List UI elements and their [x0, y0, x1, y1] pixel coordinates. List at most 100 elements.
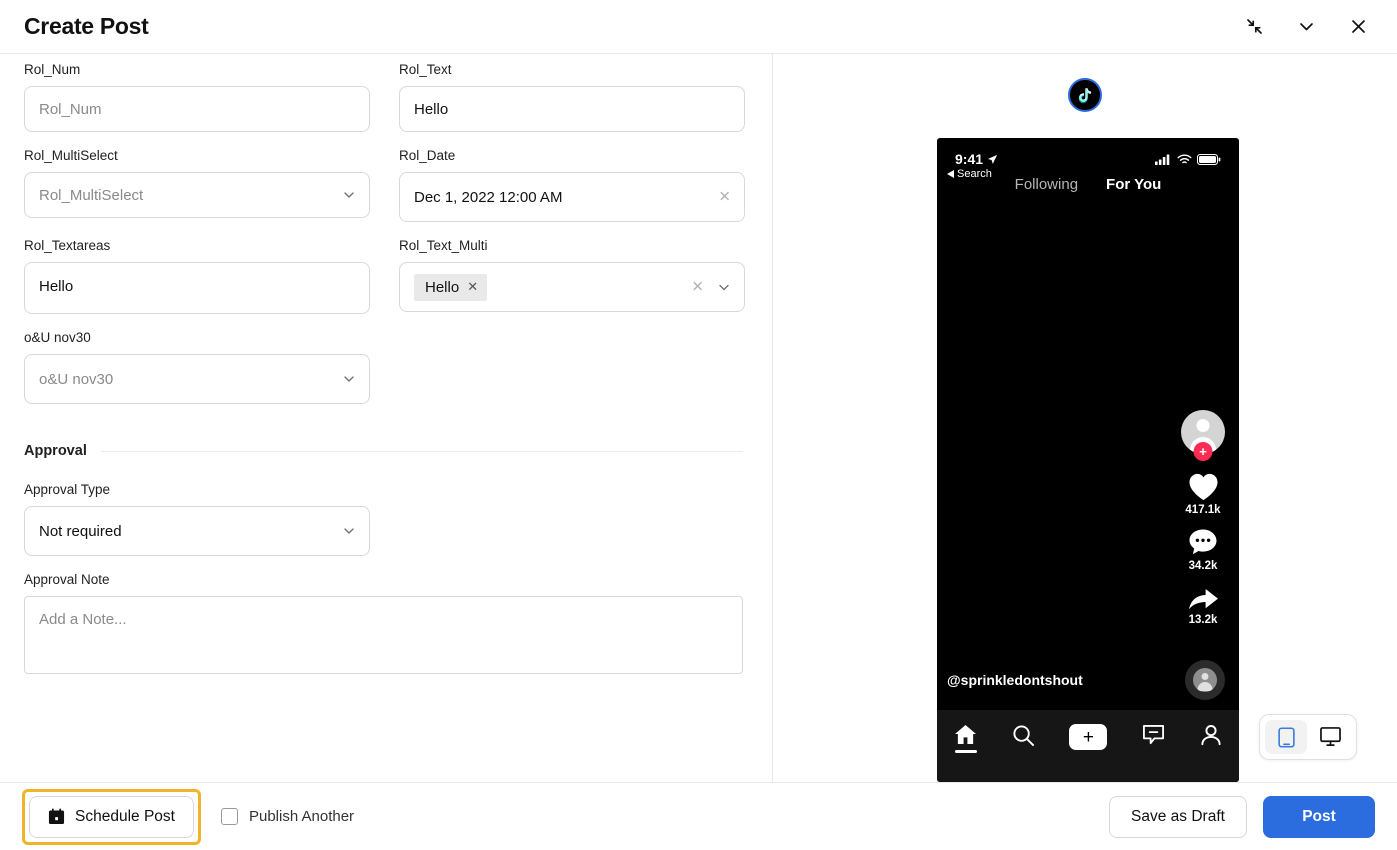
ou-nov30-dropdown[interactable]: o&U nov30 [24, 354, 370, 404]
active-tab-indicator [954, 750, 977, 753]
rol-multiselect-dropdown[interactable]: Rol_MultiSelect [24, 172, 370, 218]
form-scroll-content: NWM_OUTBOUND_DATE [0, 54, 772, 689]
approval-section-header: Approval [24, 443, 743, 459]
rol-multiselect-label: Rol_MultiSelect [24, 148, 118, 163]
tab-home[interactable] [954, 724, 977, 753]
tab-following[interactable]: Following [1015, 176, 1078, 193]
schedule-post-button[interactable]: Schedule Post [29, 795, 194, 838]
comment-count: 34.2k [1188, 560, 1218, 572]
creator-username[interactable]: @sprinkledontshout [947, 672, 1083, 688]
page-title: Create Post [24, 13, 149, 39]
rol-num-label: Rol_Num [24, 62, 81, 77]
approval-type-dropdown[interactable]: Not required [24, 506, 370, 556]
field-rol-text: Rol_Text Hello [399, 61, 745, 132]
rol-textareas-input[interactable]: Hello [24, 262, 370, 314]
clear-icon[interactable]: ✕ [718, 190, 731, 205]
mobile-icon [1277, 726, 1295, 748]
music-disc-icon[interactable] [1185, 660, 1225, 700]
field-approval-type: Approval Type Not required [24, 481, 370, 556]
rol-text-value: Hello [414, 100, 449, 118]
profile-icon [1201, 725, 1221, 746]
field-rol-num: Rol_Num Rol_Num [24, 61, 370, 132]
rol-text-input[interactable]: Hello [399, 86, 745, 132]
clear-icon[interactable]: ✕ [691, 280, 704, 295]
approval-note-label: Approval Note [24, 572, 110, 587]
add-icon[interactable]: + [1066, 724, 1111, 750]
rol-num-input[interactable]: Rol_Num [24, 86, 370, 132]
calendar-icon [48, 808, 65, 825]
search-icon [1013, 725, 1034, 747]
creator-avatar[interactable]: + [1181, 410, 1225, 461]
tiktok-logo-icon [1068, 78, 1102, 112]
field-rol-text-multi: Rol_Text_Multi Hello ✕ ✕ [399, 237, 745, 312]
form-row-approval-type: Approval Type Not required [24, 481, 748, 571]
rol-date-label: Rol_Date [399, 148, 456, 163]
save-as-draft-button[interactable]: Save as Draft [1109, 795, 1247, 838]
status-time: 9:41 [955, 151, 984, 167]
rol-multiselect-placeholder: Rol_MultiSelect [39, 186, 144, 204]
approval-type-label: Approval Type [24, 482, 111, 497]
share-icon [1188, 589, 1218, 610]
dialog-header: Create Post [0, 0, 1397, 54]
chevron-down-icon[interactable] [342, 524, 356, 538]
phone-preview: 9:41 Search Following For You + 417.1k 3… [937, 138, 1239, 782]
follow-plus-icon[interactable]: + [1193, 442, 1213, 461]
phone-status-bar: 9:41 [937, 148, 1239, 170]
footer-right-group: Save as Draft Post [1109, 795, 1375, 838]
approval-section-title: Approval [24, 443, 87, 459]
approval-type-value: Not required [39, 522, 122, 540]
approval-note-placeholder: Add a Note... [39, 611, 127, 628]
form-pane: NWM_OUTBOUND_DATE [0, 54, 772, 782]
form-row-ou-nov30: o&U nov30 o&U nov30 [24, 329, 748, 419]
comment-icon [1189, 529, 1217, 555]
rol-text-multi-chip[interactable]: Hello ✕ [414, 273, 488, 301]
home-icon [955, 724, 977, 745]
field-ou-nov30: o&U nov30 o&U nov30 [24, 329, 370, 404]
field-rol-multiselect: Rol_MultiSelect Rol_MultiSelect [24, 147, 370, 218]
tab-search[interactable] [1012, 724, 1035, 747]
comment-action[interactable]: 34.2k [1188, 528, 1218, 572]
window-controls [1239, 12, 1373, 42]
publish-another-label: Publish Another [248, 808, 355, 825]
section-divider [100, 450, 743, 452]
collapse-icon[interactable] [1239, 12, 1269, 42]
schedule-post-highlight: Schedule Post [22, 788, 201, 845]
tab-for-you[interactable]: For You [1106, 176, 1161, 193]
publish-another-group[interactable]: Publish Another [220, 808, 355, 825]
chevron-down-icon[interactable] [342, 372, 356, 386]
form-row-top: NWM_OUTBOUND_DATE [24, 54, 748, 61]
rol-text-multi-label: Rol_Text_Multi [399, 238, 488, 253]
device-preview-toggle [1259, 714, 1357, 760]
share-action[interactable]: 13.2k [1188, 584, 1219, 626]
share-count: 13.2k [1188, 614, 1218, 626]
desktop-view-button[interactable] [1309, 720, 1351, 754]
chevron-down-icon[interactable] [1291, 12, 1321, 42]
phone-tab-bar: + [937, 710, 1239, 782]
form-row-approval-note: Approval Note Add a Note... [24, 571, 748, 689]
like-action[interactable]: 417.1k [1185, 472, 1221, 516]
wifi-icon [1177, 154, 1192, 163]
heart-icon [1188, 473, 1218, 501]
tab-profile[interactable] [1200, 724, 1222, 746]
tab-add[interactable]: + [1066, 724, 1111, 750]
approval-note-input[interactable]: Add a Note... [24, 596, 743, 674]
form-row-num-text: Rol_Num Rol_Num Rol_Text Hello [24, 61, 748, 147]
schedule-post-label: Schedule Post [75, 807, 175, 825]
signal-icon [1155, 154, 1170, 165]
rol-date-input[interactable]: Dec 1, 2022 12:00 AM ✕ [399, 172, 745, 222]
tab-inbox[interactable] [1142, 724, 1165, 746]
post-button[interactable]: Post [1263, 795, 1375, 838]
ou-nov30-label: o&U nov30 [24, 330, 91, 345]
feed-tabs: Following For You [937, 176, 1239, 193]
chip-remove-icon[interactable]: ✕ [467, 279, 478, 295]
rol-text-multi-controls: ✕ [691, 280, 731, 295]
dialog-body: NWM_OUTBOUND_DATE [0, 54, 1397, 782]
inbox-icon [1143, 725, 1165, 745]
rol-text-multi-input[interactable]: Hello ✕ ✕ [399, 262, 745, 312]
mobile-view-button[interactable] [1265, 720, 1307, 754]
publish-another-checkbox[interactable] [220, 808, 238, 825]
form-row-multiselect-date: Rol_MultiSelect Rol_MultiSelect Rol_Date… [24, 147, 748, 237]
chevron-down-icon[interactable] [342, 188, 356, 202]
field-rol-date: Rol_Date Dec 1, 2022 12:00 AM ✕ [399, 147, 745, 222]
close-icon[interactable] [1343, 12, 1373, 42]
